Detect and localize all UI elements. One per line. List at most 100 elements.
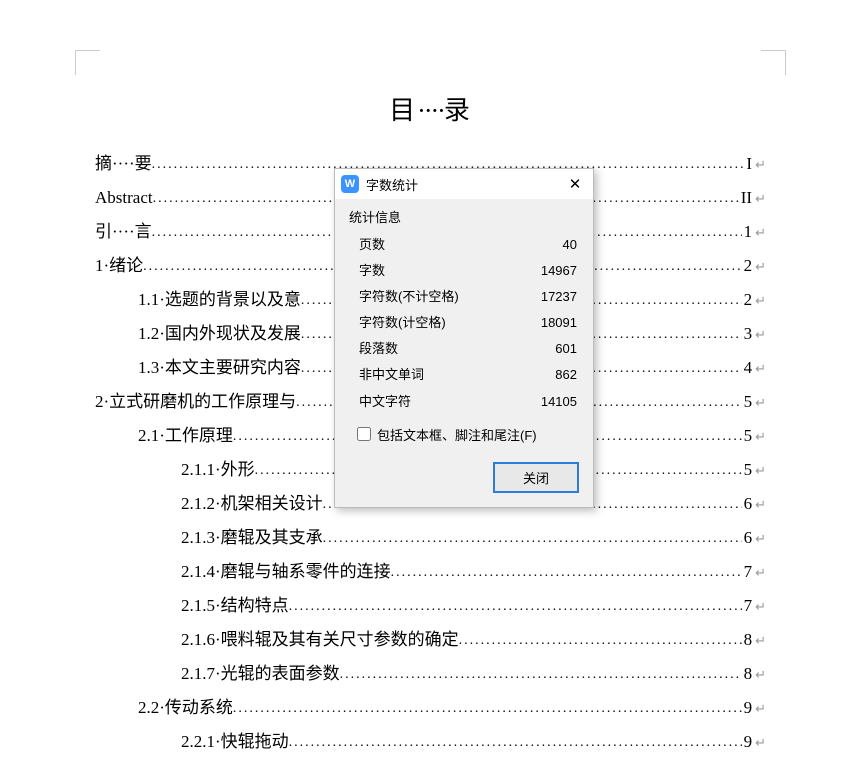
stat-value: 862 (555, 364, 577, 386)
stat-value: 14967 (541, 260, 577, 282)
toc-entry-page: 7 (742, 555, 753, 589)
toc-leader-dots (391, 559, 742, 587)
stat-label: 字数 (359, 260, 385, 282)
toc-entry-text: 引····言 (95, 215, 152, 249)
toc-entry-page: 5 (742, 419, 753, 453)
title-dots: ···· (417, 96, 444, 125)
paragraph-mark-icon: ↵ (755, 424, 766, 450)
stats-section-title: 统计信息 (349, 207, 579, 226)
corner-mark-top-right (761, 50, 786, 75)
toc-entry-page: 5 (742, 453, 753, 487)
paragraph-mark-icon: ↵ (755, 186, 766, 212)
corner-mark-top-left (75, 50, 100, 75)
toc-leader-dots (340, 661, 742, 689)
app-icon-glyph: W (345, 178, 355, 190)
stat-row: 段落数 601 (349, 336, 579, 362)
toc-entry-text: 1.3·本文主要研究内容 (138, 351, 301, 385)
dialog-footer: 关闭 (335, 454, 593, 507)
toc-entry-text: 2.1.4·磨辊与轴系零件的连接 (181, 555, 391, 589)
stat-value: 18091 (541, 312, 577, 334)
toc-entry-page: 4 (742, 351, 753, 385)
toc-leader-dots (289, 729, 742, 757)
toc-entry: 2.1.7·光辊的表面参数 8↵ (95, 657, 766, 691)
app-icon: W (341, 175, 359, 193)
page-title: 目····录 (95, 90, 766, 127)
stat-row: 字符数(不计空格) 17237 (349, 284, 579, 310)
paragraph-mark-icon: ↵ (755, 322, 766, 348)
paragraph-mark-icon: ↵ (755, 662, 766, 688)
stat-row: 非中文单词 862 (349, 362, 579, 388)
stat-label: 字符数(计空格) (359, 312, 446, 334)
dialog-body: 统计信息 页数 40 字数 14967 字符数(不计空格) 17237 字符数(计空格) 18… (335, 199, 593, 454)
stat-value: 601 (555, 338, 577, 360)
paragraph-mark-icon: ↵ (755, 254, 766, 280)
stat-row: 中文字符 14105 (349, 389, 579, 415)
paragraph-mark-icon: ↵ (755, 390, 766, 416)
stat-label: 非中文单词 (359, 364, 424, 386)
toc-entry-page: 9 (742, 691, 753, 725)
stat-label: 中文字符 (359, 391, 411, 413)
stat-value: 17237 (541, 286, 577, 308)
stat-row: 字符数(计空格) 18091 (349, 310, 579, 336)
toc-leader-dots (289, 593, 742, 621)
toc-entry: 2.1.6·喂料辊及其有关尺寸参数的确定 8↵ (95, 623, 766, 657)
paragraph-mark-icon: ↵ (755, 628, 766, 654)
stat-row: 字数 14967 (349, 258, 579, 284)
dialog-title: 字数统计 (366, 175, 565, 194)
toc-entry-page: 5 (742, 385, 753, 419)
toc-entry-text: 2.2.1·快辊拖动 (181, 725, 289, 759)
paragraph-mark-icon: ↵ (755, 560, 766, 586)
toc-entry-page: 8 (742, 623, 753, 657)
toc-entry: 2.1.3·磨辊及其支承 6↵ (95, 521, 766, 555)
toc-entry-text: 2.1.5·结构特点 (181, 589, 289, 623)
title-left: 目 (389, 96, 417, 125)
toc-leader-dots (233, 695, 742, 723)
toc-entry-page: 8 (742, 657, 753, 691)
toc-entry-text: 2.2·传动系统 (138, 691, 233, 725)
paragraph-mark-icon: ↵ (755, 492, 766, 518)
stats-list: 页数40字数14967字符数(不计空格)17237字符数(计空格)18091段落… (349, 232, 579, 415)
toc-entry-text: 2.1.6·喂料辊及其有关尺寸参数的确定 (181, 623, 459, 657)
toc-entry-page: 1 (742, 215, 753, 249)
toc-entry-page: 2 (742, 249, 753, 283)
toc-leader-dots (459, 627, 742, 655)
toc-entry-text: 2·立式研磨机的工作原理与 (95, 385, 296, 419)
toc-entry-text: 2.1.3·磨辊及其支承 (181, 521, 323, 555)
toc-entry-text: 2.1.1·外形 (181, 453, 255, 487)
stat-value: 40 (563, 234, 577, 256)
include-textbox-checkbox-row[interactable]: 包括文本框、脚注和尾注(F) (349, 415, 579, 450)
title-right: 录 (444, 96, 472, 125)
toc-entry-text: 摘····要 (95, 147, 152, 181)
stat-label: 页数 (359, 234, 385, 256)
toc-entry-text: 2.1.7·光辊的表面参数 (181, 657, 340, 691)
include-textbox-checkbox[interactable] (357, 427, 371, 441)
close-icon[interactable]: ✕ (565, 174, 585, 194)
toc-entry: 2.1.4·磨辊与轴系零件的连接 7↵ (95, 555, 766, 589)
stat-label: 段落数 (359, 338, 398, 360)
paragraph-mark-icon: ↵ (755, 220, 766, 246)
toc-entry-page: 6 (742, 487, 753, 521)
paragraph-mark-icon: ↵ (755, 696, 766, 722)
paragraph-mark-icon: ↵ (755, 594, 766, 620)
paragraph-mark-icon: ↵ (755, 526, 766, 552)
stat-value: 14105 (541, 391, 577, 413)
toc-entry-page: 7 (742, 589, 753, 623)
dialog-titlebar[interactable]: W 字数统计 ✕ (335, 169, 593, 199)
toc-entry-page: II (739, 181, 752, 215)
paragraph-mark-icon: ↵ (755, 152, 766, 178)
toc-entry-page: 6 (742, 521, 753, 555)
word-count-dialog: W 字数统计 ✕ 统计信息 页数40字数14967字符数(不计空格)17237字… (334, 168, 594, 508)
toc-entry-text: 1.1·选题的背景以及意 (138, 283, 301, 317)
toc-entry-page: 3 (742, 317, 753, 351)
toc-entry: 2.2.1·快辊拖动9↵ (95, 725, 766, 759)
close-button[interactable]: 关闭 (493, 462, 579, 493)
toc-entry: 2.2·传动系统 9↵ (95, 691, 766, 725)
toc-entry: 2.1.5·结构特点 7↵ (95, 589, 766, 623)
paragraph-mark-icon: ↵ (755, 356, 766, 382)
toc-entry-text: Abstract (95, 181, 153, 215)
toc-entry-text: 1.2·国内外现状及发展 (138, 317, 301, 351)
paragraph-mark-icon: ↵ (755, 458, 766, 484)
stat-label: 字符数(不计空格) (359, 286, 459, 308)
stat-row: 页数 40 (349, 232, 579, 258)
toc-entry-page: 2 (742, 283, 753, 317)
